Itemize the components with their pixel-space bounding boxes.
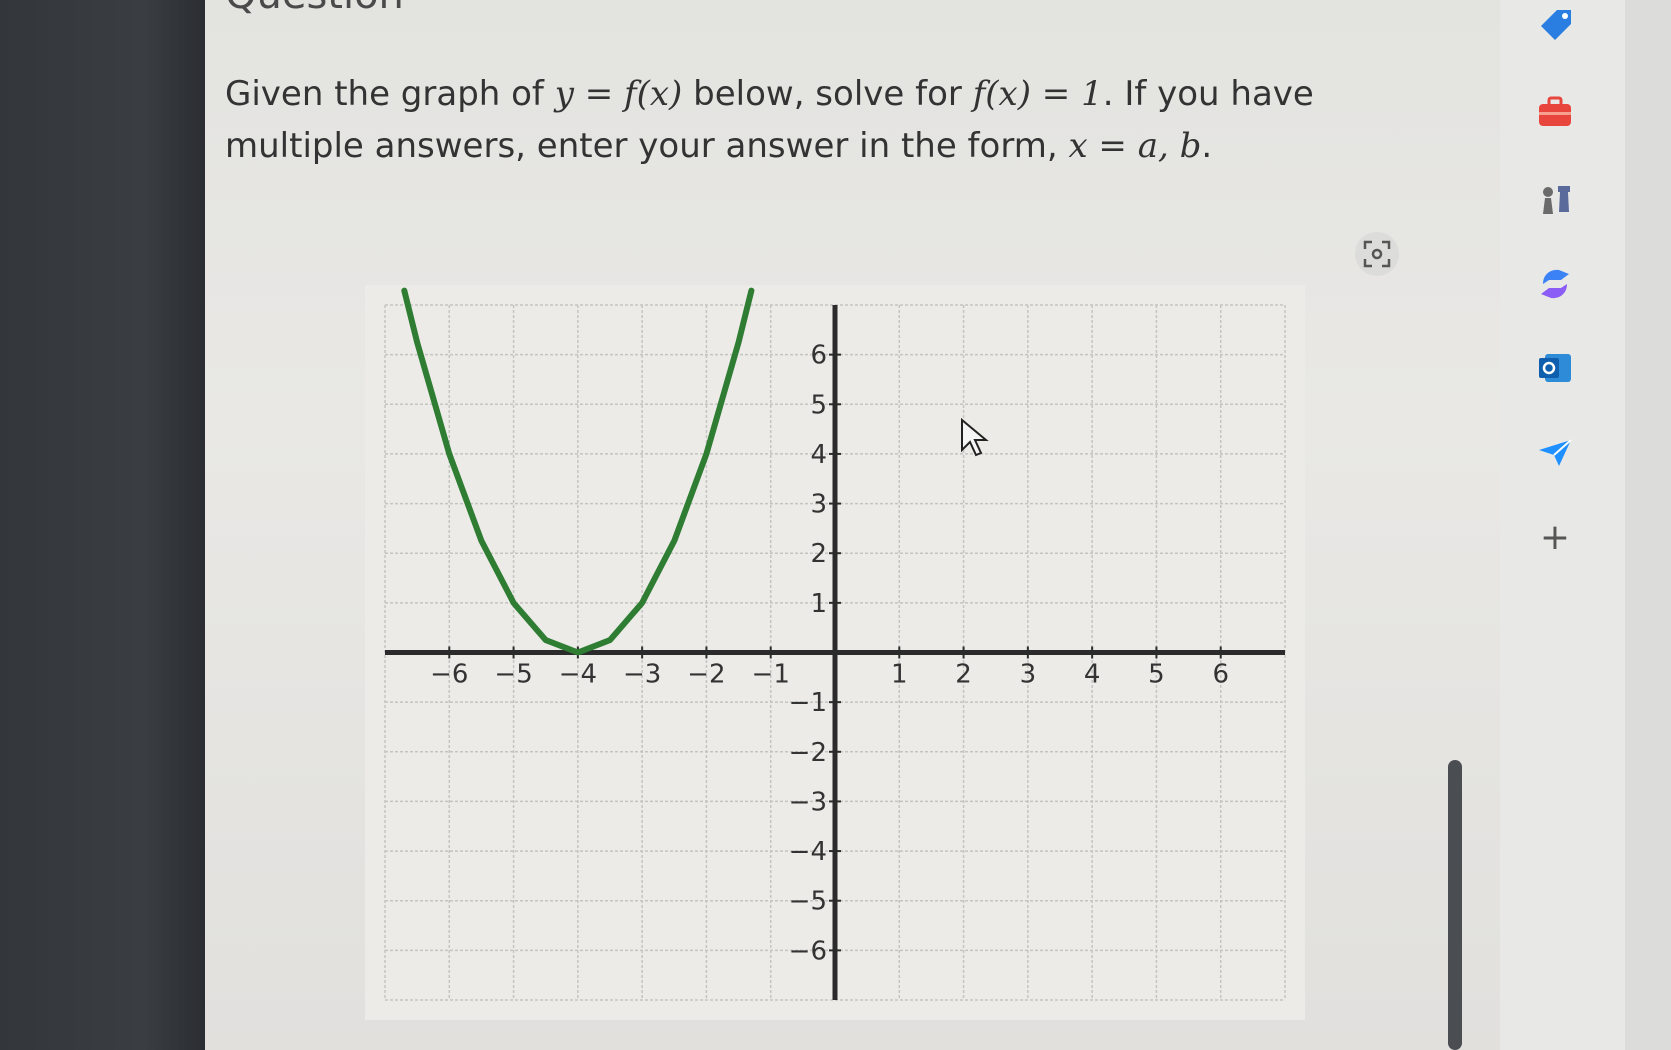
question-text-part: below, solve for (682, 74, 973, 114)
y-tick-label: −2 (789, 738, 827, 768)
x-tick-label: 6 (1212, 660, 1229, 690)
copilot-icon (1541, 269, 1569, 299)
x-tick-label: −5 (494, 660, 532, 690)
plus-icon: + (1539, 516, 1571, 558)
y-tick-label: −5 (789, 887, 827, 917)
x-tick-label: −4 (559, 660, 597, 690)
scrollbar-thumb[interactable] (1448, 760, 1462, 1050)
y-tick-label: 5 (810, 390, 827, 420)
question-text-part: Given the graph of (225, 74, 555, 114)
chess-icon (1543, 186, 1570, 214)
question-text: Given the graph of y = f(x) below, solve… (225, 68, 1315, 172)
x-tick-label: −1 (752, 660, 790, 690)
x-tick-label: 3 (1020, 660, 1037, 690)
function-graph: −6 −5 −4 −3 −2 −1 1 2 3 4 5 6 −6 −5 −4 −3 −2 −1 1 2 3 4 5 6 (365, 285, 1305, 1020)
math-expression: x = a, b (1068, 126, 1202, 166)
y-tick-label: −3 (789, 787, 827, 817)
y-tick-label: 1 (810, 589, 827, 619)
camera-scan-icon (1363, 240, 1391, 268)
x-tick-label: 4 (1084, 660, 1101, 690)
games-button[interactable] (1533, 178, 1577, 222)
monitor-left-bezel (0, 0, 205, 1050)
screenshot-button[interactable] (1355, 232, 1399, 276)
monitor-right-bezel (1625, 0, 1671, 1050)
send-icon (1539, 439, 1572, 466)
x-tick-label: −3 (623, 660, 661, 690)
tools-button[interactable] (1533, 90, 1577, 134)
math-expression: y = f(x) (554, 74, 683, 114)
math-expression: f(x) = 1 (972, 74, 1103, 114)
y-tick-label: −6 (789, 936, 827, 966)
add-button[interactable]: + (1533, 515, 1577, 559)
y-tick-label: 4 (810, 440, 827, 470)
y-tick-label: −4 (789, 837, 827, 867)
tag-icon (1541, 10, 1571, 40)
question-heading: Question (225, 0, 404, 18)
y-tick-label: 2 (810, 539, 827, 569)
send-button[interactable] (1533, 430, 1577, 474)
x-tick-label: −2 (687, 660, 725, 690)
outlook-button[interactable] (1533, 346, 1577, 390)
mouse-cursor-icon (961, 418, 989, 457)
briefcase-icon (1539, 96, 1571, 126)
outlook-icon (1539, 354, 1571, 382)
y-tick-label: 3 (810, 490, 827, 520)
y-tick-label: 6 (810, 341, 827, 371)
x-tick-label: 1 (891, 660, 908, 690)
question-text-part: . (1201, 126, 1213, 166)
tag-icon-button[interactable] (1533, 2, 1577, 46)
x-tick-label: 2 (955, 660, 972, 690)
x-tick-label: 5 (1148, 660, 1165, 690)
x-tick-label: −6 (430, 660, 468, 690)
copilot-button[interactable] (1533, 262, 1577, 306)
y-tick-label: −1 (789, 688, 827, 718)
